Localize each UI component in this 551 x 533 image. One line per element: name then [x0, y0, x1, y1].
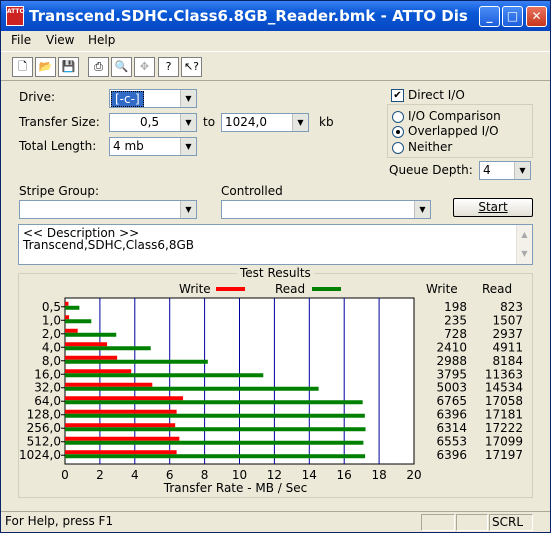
write-value: 6314: [436, 421, 467, 435]
y-tick-label: 64,0: [34, 394, 61, 408]
write-bar: [65, 328, 78, 333]
write-value: 2410: [436, 340, 467, 354]
y-tick-label: 128,0: [27, 408, 61, 422]
write-bar: [65, 315, 70, 320]
y-tick-label: 0,5: [42, 300, 61, 314]
x-tick-label: 20: [406, 468, 421, 482]
read-value: 17181: [485, 408, 523, 422]
x-tick-label: 12: [267, 468, 282, 482]
x-tick-label: 16: [337, 468, 352, 482]
write-bar: [65, 396, 184, 401]
read-value: 4911: [492, 340, 523, 354]
read-bar: [65, 440, 364, 445]
write-value: 6553: [436, 435, 467, 449]
x-tick-label: 2: [96, 468, 104, 482]
y-tick-label: 4,0: [42, 340, 61, 354]
read-bar: [65, 413, 365, 418]
status-scrl: SCRL: [489, 514, 533, 531]
y-tick-label: 512,0: [27, 435, 61, 449]
write-value: 198: [444, 300, 467, 314]
x-tick-label: 6: [166, 468, 174, 482]
read-value: 8184: [492, 354, 523, 368]
y-tick-label: 32,0: [34, 381, 61, 395]
y-tick-label: 1024,0: [19, 448, 61, 462]
y-tick-label: 256,0: [27, 421, 61, 435]
read-bar: [65, 359, 208, 364]
app-window: ATTO Transcend.SDHC.Class6.8GB_Reader.bm…: [0, 0, 551, 533]
read-bar: [65, 332, 117, 337]
status-cell-2: [456, 514, 488, 531]
read-bar: [65, 454, 366, 459]
read-value: 11363: [485, 367, 523, 381]
test-results-chart: 0 2 4 6 8 10 12 14 16 18 20 Transfer Rate - MB / Se…: [19, 297, 523, 495]
status-bar: For Help, press F1 SCRL: [1, 511, 550, 532]
write-bar: [65, 409, 177, 414]
write-bar: [65, 355, 118, 360]
read-bar: [65, 427, 366, 432]
write-bar: [65, 450, 177, 455]
read-value: 823: [500, 300, 523, 314]
x-tick-label: 4: [131, 468, 139, 482]
read-bar: [65, 346, 151, 351]
read-value: 1507: [492, 313, 523, 327]
read-value: 14534: [485, 381, 523, 395]
x-tick-label: 10: [232, 468, 247, 482]
read-bar: [65, 386, 319, 391]
x-tick-label: 0: [61, 468, 69, 482]
write-value: 2988: [436, 354, 467, 368]
read-bar: [65, 400, 363, 405]
y-tick-label: 8,0: [42, 354, 61, 368]
y-tick-label: 2,0: [42, 327, 61, 341]
write-value: 6396: [436, 448, 467, 462]
read-value: 17058: [485, 394, 523, 408]
status-cell-1: [421, 514, 455, 531]
status-help-text: For Help, press F1: [5, 514, 114, 528]
write-value: 3795: [436, 367, 467, 381]
read-value: 2937: [492, 327, 523, 341]
write-bar: [65, 342, 108, 347]
write-bar: [65, 369, 132, 374]
x-axis-label: Transfer Rate - MB / Sec: [163, 481, 307, 495]
write-bar: [65, 382, 153, 387]
read-value: 17197: [485, 448, 523, 462]
read-bar: [65, 373, 264, 378]
write-bar: [65, 423, 176, 428]
write-bar: [65, 436, 180, 441]
read-value: 17099: [485, 435, 523, 449]
x-tick-label: 18: [371, 468, 386, 482]
y-tick-label: 16,0: [34, 367, 61, 381]
write-value: 5003: [436, 381, 467, 395]
read-bar: [65, 305, 80, 310]
read-bar: [65, 319, 92, 324]
write-value: 235: [444, 313, 467, 327]
y-tick-label: 1,0: [42, 313, 61, 327]
x-tick-label: 8: [201, 468, 209, 482]
x-tick-label: 14: [302, 468, 317, 482]
write-value: 6396: [436, 408, 467, 422]
write-value: 728: [444, 327, 467, 341]
write-bar: [65, 301, 69, 306]
write-value: 6765: [436, 394, 467, 408]
read-value: 17222: [485, 421, 523, 435]
